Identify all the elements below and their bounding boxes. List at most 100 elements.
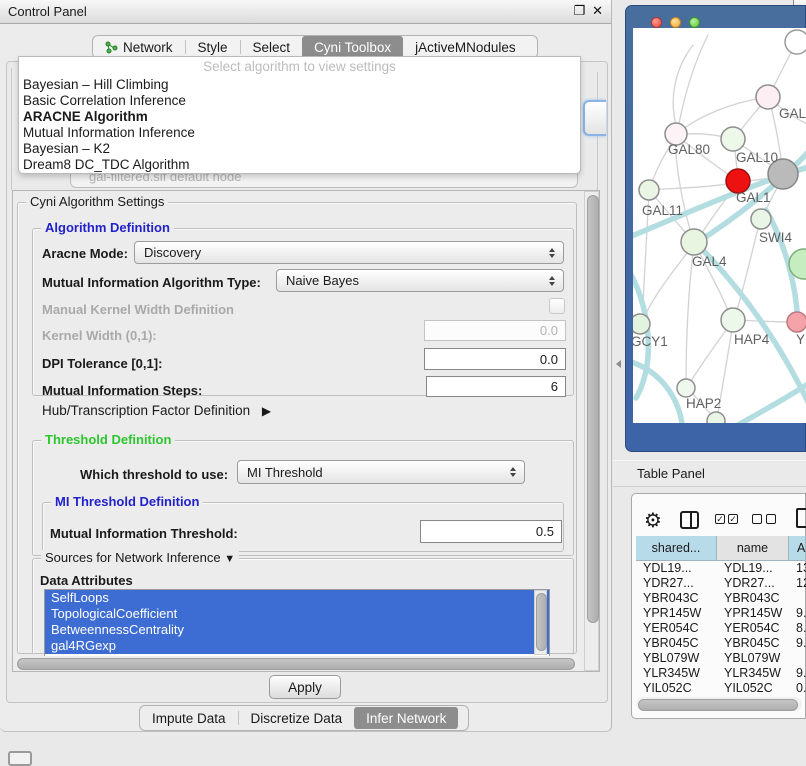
table-cell[interactable]: YDR27... xyxy=(636,576,717,591)
network-node[interactable] xyxy=(756,85,780,109)
network-edge[interactable] xyxy=(651,182,737,190)
network-edge[interactable] xyxy=(688,322,732,386)
mi-algorithm-type-select[interactable]: Naive Bayes xyxy=(276,269,564,292)
tab-style[interactable]: Style xyxy=(186,36,240,58)
column-header-name[interactable]: name xyxy=(717,536,789,561)
table-cell[interactable]: YIL052C xyxy=(717,681,789,694)
table-cell[interactable]: YPR145W xyxy=(717,606,789,621)
table-cell[interactable]: YLR345W xyxy=(636,666,717,681)
data-attribute-item[interactable]: SelfLoops xyxy=(45,590,549,606)
aracne-mode-select[interactable]: Discovery xyxy=(134,241,564,264)
network-edge[interactable] xyxy=(677,35,708,134)
data-attribute-item[interactable]: BetweennessCentrality xyxy=(45,622,549,638)
network-edge[interactable] xyxy=(642,244,694,322)
algorithm-option[interactable]: ARACNE Algorithm xyxy=(19,109,580,125)
table-row[interactable]: YPR145WYPR145W9. xyxy=(636,606,806,621)
network-node[interactable] xyxy=(633,314,650,334)
select-all-checkboxes-icon[interactable]: ✓✓ xyxy=(715,514,738,524)
mi-steps-input[interactable]: 6 xyxy=(426,376,566,397)
table-cell[interactable]: 12 xyxy=(789,576,806,591)
network-edge[interactable] xyxy=(678,97,768,133)
table-row[interactable]: YER054CYER054C8. xyxy=(636,621,806,636)
tab-select[interactable]: Select xyxy=(241,36,303,58)
table-horizontal-scrollbar[interactable] xyxy=(636,697,802,711)
tab-jactivemnodules[interactable]: jActiveMNodules xyxy=(403,36,528,58)
table-cell[interactable]: YBR045C xyxy=(636,636,717,651)
table-cell[interactable]: YDL19... xyxy=(636,561,717,576)
network-node[interactable] xyxy=(677,379,695,397)
document-icon[interactable] xyxy=(796,508,806,528)
settings-horizontal-scrollbar[interactable] xyxy=(14,656,582,671)
algorithm-option[interactable]: Bayesian – K2 xyxy=(19,141,580,157)
table-cell[interactable]: YER054C xyxy=(717,621,789,636)
network-node[interactable] xyxy=(639,180,659,200)
gear-icon[interactable]: ⚙ xyxy=(644,508,662,533)
tab-impute-data[interactable]: Impute Data xyxy=(140,707,238,729)
network-node[interactable] xyxy=(785,30,806,54)
network-node[interactable] xyxy=(681,229,707,255)
float-window-icon[interactable]: ❐ xyxy=(573,3,585,19)
table-cell[interactable]: 8. xyxy=(789,621,806,636)
settings-vertical-scrollbar[interactable] xyxy=(584,191,599,671)
expand-right-icon[interactable]: ▶ xyxy=(262,404,271,418)
table-cell[interactable]: 9. xyxy=(789,606,806,621)
table-row[interactable]: YBR045CYBR045C9. xyxy=(636,636,806,651)
network-edge[interactable] xyxy=(673,45,693,132)
table-cell[interactable]: YDR27... xyxy=(717,576,789,591)
table-cell[interactable] xyxy=(789,591,806,606)
deselect-all-checkboxes-icon[interactable] xyxy=(752,514,776,524)
table-cell[interactable]: YLR345W xyxy=(717,666,789,681)
table-row[interactable]: YBL079WYBL079W xyxy=(636,651,806,666)
table-row[interactable]: YDR27...YDR27...12 xyxy=(636,576,806,591)
hub-definition-toggle[interactable]: Hub/Transcription Factor Definition ▶ xyxy=(42,403,271,418)
algorithm-option[interactable]: Dream8 DC_TDC Algorithm xyxy=(19,157,580,173)
table-row[interactable]: YDL19...YDL19...13 xyxy=(636,561,806,576)
panel-corner-icon[interactable] xyxy=(8,751,32,766)
table-cell[interactable]: 13 xyxy=(789,561,806,576)
kernel-width-input[interactable]: 0.0 xyxy=(424,320,566,341)
apply-button[interactable]: Apply xyxy=(269,675,341,699)
table-cell[interactable]: 9. xyxy=(789,666,806,681)
table-cell[interactable]: YBR045C xyxy=(717,636,789,651)
mi-threshold-input[interactable]: 0.5 xyxy=(420,520,562,543)
manual-kernel-checkbox[interactable] xyxy=(549,298,565,314)
table-cell[interactable]: 9. xyxy=(789,636,806,651)
algorithm-option[interactable]: Bayesian – Hill Climbing xyxy=(19,77,580,93)
data-attribute-item[interactable]: TopologicalCoefficient xyxy=(45,606,549,622)
algorithm-option[interactable]: Basic Correlation Inference xyxy=(19,93,580,109)
table-cell[interactable]: YIL052C xyxy=(636,681,717,694)
tab-cyni-toolbox[interactable]: Cyni Toolbox xyxy=(302,36,403,58)
table-row[interactable]: YLR345WYLR345W9. xyxy=(636,666,806,681)
network-node[interactable] xyxy=(707,412,725,423)
table-row[interactable]: YBR043CYBR043C xyxy=(636,591,806,606)
table-cell[interactable] xyxy=(789,651,806,666)
network-node[interactable] xyxy=(721,308,745,332)
network-canvas[interactable]: GALGAL80GAL10GAL1GAL11GAL4SWI4GCY1HAP4YH… xyxy=(633,28,806,423)
network-node[interactable] xyxy=(751,209,771,229)
collapse-down-icon[interactable]: ▼ xyxy=(224,553,235,565)
column-header-shared-name[interactable]: shared... xyxy=(636,536,717,561)
attributes-scrollbar[interactable] xyxy=(534,590,547,655)
table-cell[interactable]: YBR043C xyxy=(636,591,717,606)
tab-infer-network[interactable]: Infer Network xyxy=(354,707,458,729)
tab-network[interactable]: Network xyxy=(93,36,185,58)
close-window-icon[interactable] xyxy=(651,17,662,28)
network-edge[interactable] xyxy=(738,380,806,423)
algorithm-option[interactable]: Mutual Information Inference xyxy=(19,125,580,141)
minimize-window-icon[interactable] xyxy=(670,17,681,28)
data-attribute-item[interactable]: gal4RGexp xyxy=(45,638,549,654)
close-panel-icon[interactable]: ✕ xyxy=(592,3,603,19)
split-pane-handle-icon[interactable] xyxy=(616,360,621,368)
table-cell[interactable]: YBL079W xyxy=(636,651,717,666)
dpi-tolerance-input[interactable]: 0.0 xyxy=(424,348,566,370)
which-threshold-select[interactable]: MI Threshold xyxy=(237,460,525,484)
zoom-window-icon[interactable] xyxy=(689,17,700,28)
network-node[interactable] xyxy=(787,312,806,332)
column-header-partial[interactable]: A xyxy=(789,536,806,561)
network-node[interactable] xyxy=(721,127,745,151)
split-columns-icon[interactable] xyxy=(680,511,699,529)
table-row[interactable]: YIL052CYIL052C0. xyxy=(636,681,806,694)
table-cell[interactable]: YBR043C xyxy=(717,591,789,606)
tab-discretize-data[interactable]: Discretize Data xyxy=(239,707,355,729)
table-cell[interactable]: YPR145W xyxy=(636,606,717,621)
